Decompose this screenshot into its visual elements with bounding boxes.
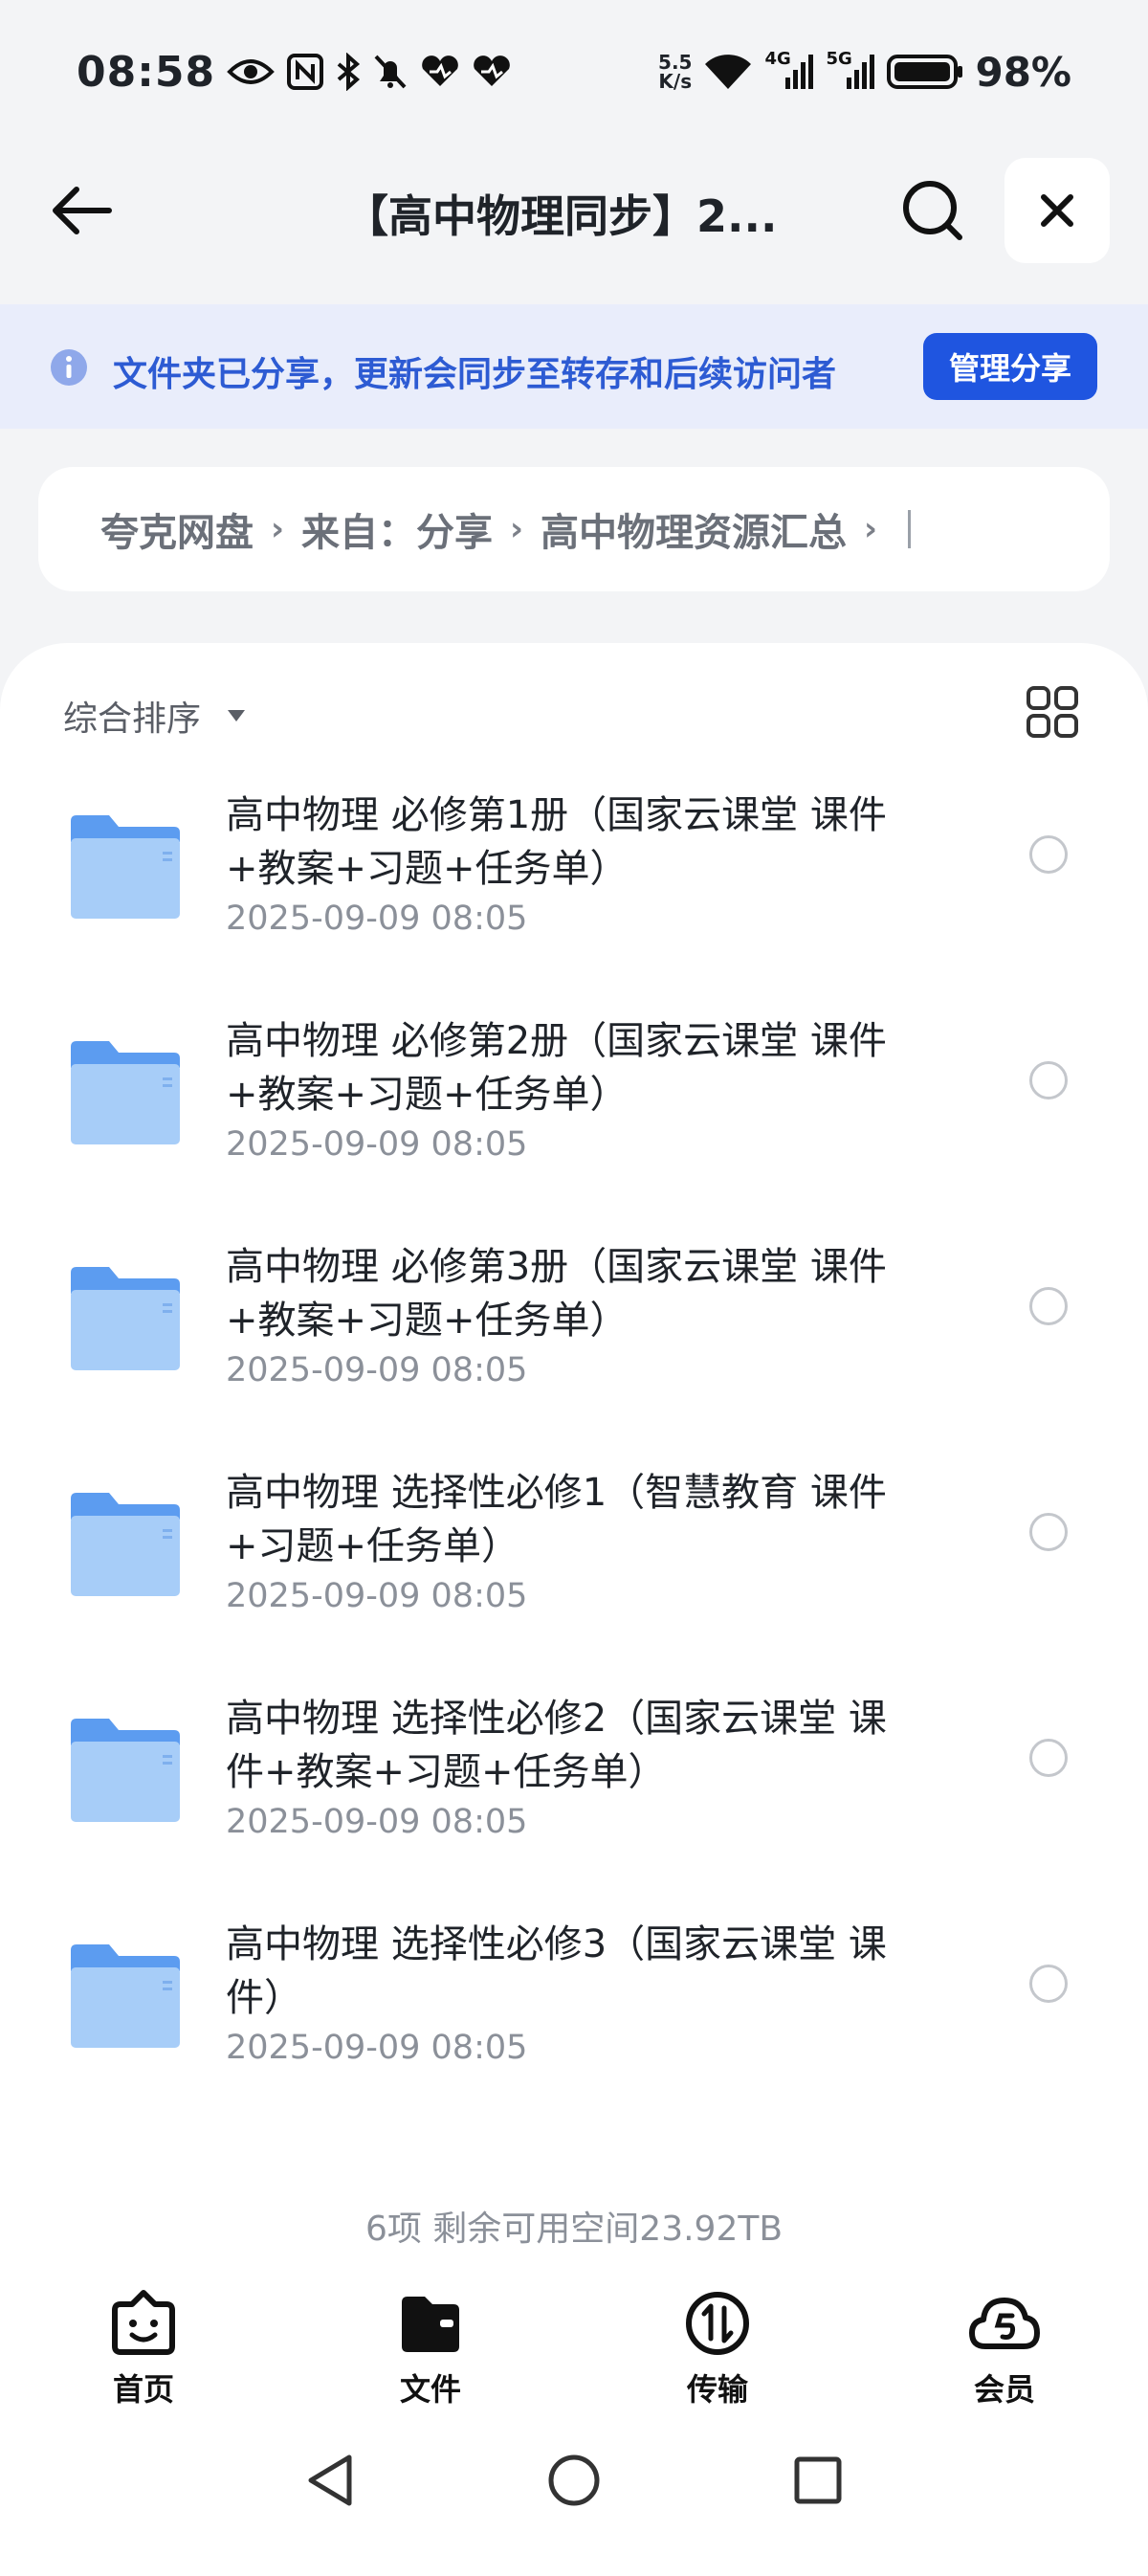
list-item[interactable]: 高中物理 选择性必修1（智慧教育 课件+习题+任务单） 2025-09-09 0… <box>0 1445 1148 1671</box>
signal-4g-icon: 4G <box>764 49 814 91</box>
health-icon-2 <box>472 56 512 88</box>
list-item[interactable]: 高中物理 选择性必修3（国家云课堂 课件） 2025-09-09 08:05 <box>0 1897 1148 2122</box>
folder-icon <box>71 1041 180 1144</box>
select-checkbox[interactable] <box>1029 1513 1068 1551</box>
signal-5g-label: 5G <box>826 49 852 69</box>
info-icon <box>51 349 87 386</box>
file-date: 2025-09-09 08:05 <box>226 899 528 938</box>
select-checkbox[interactable] <box>1029 835 1068 874</box>
home-circle-icon[interactable] <box>545 2452 603 2509</box>
breadcrumb: 夸克网盘 › 来自：分享 › 高中物理资源汇总 › <box>38 467 1110 591</box>
page-title: 【高中物理同步】2... <box>344 190 778 242</box>
select-checkbox[interactable] <box>1029 1965 1068 2003</box>
nav-label-transfer: 传输 <box>686 2371 748 2408</box>
file-list: 高中物理 必修第1册（国家云课堂 课件+教案+习题+任务单） 2025-09-0… <box>0 767 1148 2122</box>
signal-4g-label: 4G <box>764 49 791 69</box>
nav-item-transfer[interactable]: 传输 <box>574 2277 861 2411</box>
nfc-icon <box>286 53 324 91</box>
eye-icon <box>227 56 275 88</box>
file-date: 2025-09-09 08:05 <box>226 1577 528 1615</box>
grid-view-button[interactable] <box>1026 685 1079 739</box>
close-icon <box>1041 194 1073 227</box>
file-name: 高中物理 选择性必修1（智慧教育 课件+习题+任务单） <box>226 1471 887 1568</box>
back-button[interactable] <box>48 182 124 239</box>
network-speed-value: 5.5 <box>658 51 693 74</box>
nav-label-vip: 会员 <box>973 2371 1035 2408</box>
network-speed: 5.5 K/s <box>658 53 692 91</box>
folder-icon <box>71 1493 180 1596</box>
file-date: 2025-09-09 08:05 <box>226 1125 528 1164</box>
status-left: 08:58 <box>77 48 512 97</box>
storage-summary: 6项 剩余可用空间23.92TB <box>364 2210 784 2249</box>
file-date: 2025-09-09 08:05 <box>226 1803 528 1841</box>
nav-item-files[interactable]: 文件 <box>287 2277 574 2411</box>
folder-icon <box>71 815 180 919</box>
file-date: 2025-09-09 08:05 <box>226 2029 528 2067</box>
caret-down-icon <box>228 710 246 722</box>
grid-icon <box>1027 686 1078 738</box>
list-item[interactable]: 高中物理 选择性必修2（国家云课堂 课件+教案+习题+任务单） 2025-09-… <box>0 1671 1148 1897</box>
recents-square-icon[interactable] <box>789 2452 847 2509</box>
file-name: 高中物理 选择性必修3（国家云课堂 课件） <box>226 1922 887 2020</box>
breadcrumb-item-root[interactable]: 夸克网盘 <box>100 501 254 557</box>
bluetooth-icon <box>336 53 361 91</box>
search-button[interactable] <box>894 172 971 249</box>
breadcrumb-item-share[interactable]: 来自：分享 <box>301 501 493 557</box>
folder-icon <box>71 1267 180 1370</box>
wifi-icon <box>703 53 753 91</box>
list-item[interactable]: 高中物理 必修第2册（国家云课堂 课件+教案+习题+任务单） 2025-09-0… <box>0 993 1148 1219</box>
nav-item-vip[interactable]: 会员 <box>861 2277 1148 2411</box>
select-checkbox[interactable] <box>1029 1061 1068 1099</box>
home-face-icon <box>112 2290 175 2355</box>
status-right: 5.5 K/s 4G 5G 98% <box>658 49 1071 96</box>
chevron-right-icon: › <box>510 510 524 548</box>
folder-icon <box>71 1719 180 1822</box>
health-icon <box>420 56 460 88</box>
nav-item-home[interactable]: 首页 <box>0 2277 287 2411</box>
file-date: 2025-09-09 08:05 <box>226 1351 528 1389</box>
breadcrumb-divider <box>908 510 912 548</box>
network-speed-unit: K/s <box>658 70 693 93</box>
folder-wallet-icon <box>402 2297 459 2352</box>
bottom-nav: 首页 文件 传输 会员 <box>0 2277 1148 2411</box>
sort-dropdown[interactable]: 综合排序 <box>63 691 247 741</box>
share-notice-text: 文件夹已分享，更新会同步至转存和后续访问者 <box>113 355 837 394</box>
file-name: 高中物理 必修第1册（国家云课堂 课件+教案+习题+任务单） <box>226 793 887 891</box>
status-time: 08:58 <box>77 47 216 97</box>
select-checkbox[interactable] <box>1029 1287 1068 1325</box>
nav-label-home: 首页 <box>112 2371 174 2408</box>
folder-icon <box>71 1944 180 2048</box>
nav-label-files: 文件 <box>399 2371 461 2408</box>
file-name: 高中物理 必修第3册（国家云课堂 课件+教案+习题+任务单） <box>226 1245 887 1343</box>
battery-icon <box>887 53 963 91</box>
chevron-right-icon: › <box>864 510 878 548</box>
chevron-right-icon: › <box>271 510 285 548</box>
system-navigation-bar <box>0 2411 1148 2549</box>
signal-5g-icon: 5G <box>826 49 875 91</box>
list-item[interactable]: 高中物理 必修第3册（国家云课堂 课件+教案+习题+任务单） 2025-09-0… <box>0 1219 1148 1445</box>
sort-label: 综合排序 <box>63 700 202 739</box>
list-item[interactable]: 高中物理 必修第1册（国家云课堂 课件+教案+习题+任务单） 2025-09-0… <box>0 767 1148 993</box>
vip-cloud-icon <box>969 2298 1040 2349</box>
search-icon <box>903 181 962 240</box>
transfer-icon <box>686 2292 749 2355</box>
top-bar: 【高中物理同步】2... <box>0 144 1148 278</box>
mute-bell-icon <box>372 53 408 91</box>
back-triangle-icon[interactable] <box>301 2452 359 2509</box>
arrow-left-icon <box>53 187 112 234</box>
file-name: 高中物理 必修第2册（国家云课堂 课件+教案+习题+任务单） <box>226 1019 887 1117</box>
share-notice-banner: 文件夹已分享，更新会同步至转存和后续访问者 管理分享 <box>0 304 1148 429</box>
manage-share-button[interactable]: 管理分享 <box>923 333 1097 400</box>
status-bar: 08:58 5.5 K/s 4G 5G 98% <box>0 0 1148 144</box>
close-button[interactable] <box>1004 158 1110 263</box>
file-name: 高中物理 选择性必修2（国家云课堂 课件+教案+习题+任务单） <box>226 1697 887 1794</box>
select-checkbox[interactable] <box>1029 1739 1068 1777</box>
breadcrumb-item-folder[interactable]: 高中物理资源汇总 <box>541 501 847 557</box>
battery-percent: 98% <box>975 48 1071 96</box>
